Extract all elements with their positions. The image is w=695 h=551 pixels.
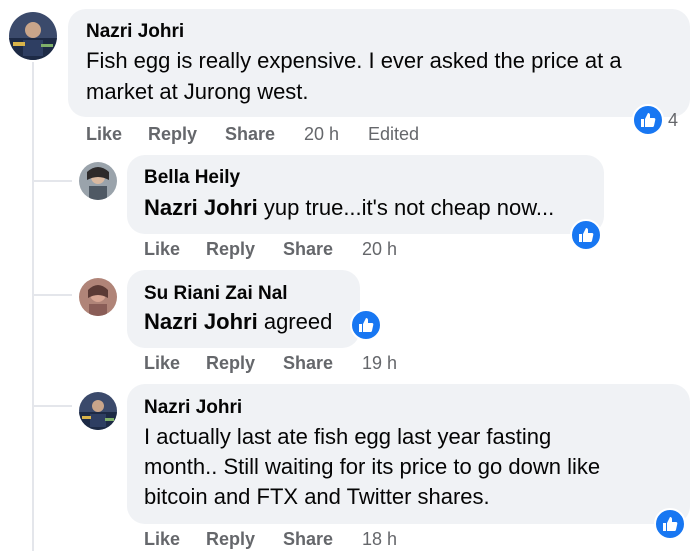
comment-author[interactable]: Bella Heily	[144, 167, 240, 189]
comment-author[interactable]: Su Riani Zai Nal	[144, 283, 288, 305]
comment-body: yup true...it's not cheap now...	[263, 195, 555, 220]
timestamp[interactable]: 19 h	[362, 353, 397, 374]
comment-text: Nazri Johri yup true...it's not cheap no…	[144, 192, 554, 223]
avatar[interactable]	[79, 392, 117, 430]
like-button[interactable]: Like	[86, 124, 122, 145]
comment-body: agreed	[263, 309, 333, 334]
reply-button[interactable]: Reply	[148, 124, 197, 145]
comment-text-line: Fish egg is really expensive. I ever ask…	[86, 48, 622, 73]
avatar[interactable]	[79, 162, 117, 200]
comment-text: Nazri Johri agreed	[144, 306, 332, 337]
like-button[interactable]: Like	[144, 239, 180, 260]
comment-actions: Like Reply Share 20 h Edited	[86, 124, 486, 146]
reaction-summary[interactable]	[654, 508, 686, 540]
like-reaction-icon	[350, 309, 382, 341]
avatar[interactable]	[9, 12, 57, 60]
comment-author[interactable]: Nazri Johri	[86, 21, 184, 43]
share-button[interactable]: Share	[283, 353, 333, 374]
comment-text-line: month.. Still waiting for its price to g…	[144, 454, 601, 479]
thread-line-branch	[32, 405, 72, 407]
comment-actions: Like Reply Share 20 h	[144, 239, 444, 261]
thread-line-vertical	[32, 62, 34, 551]
avatar[interactable]	[79, 278, 117, 316]
comment-text-line: I actually last ate fish egg last year f…	[144, 424, 552, 449]
reaction-count: 4	[668, 109, 679, 130]
reply-button[interactable]: Reply	[206, 353, 255, 374]
edited-label[interactable]: Edited	[368, 124, 419, 145]
like-reaction-icon	[570, 219, 602, 251]
timestamp[interactable]: 20 h	[304, 124, 339, 145]
share-button[interactable]: Share	[283, 529, 333, 550]
comment-actions: Like Reply Share 18 h	[144, 529, 444, 551]
share-button[interactable]: Share	[283, 239, 333, 260]
share-button[interactable]: Share	[225, 124, 275, 145]
like-reaction-icon	[632, 104, 664, 136]
like-reaction-icon	[654, 508, 686, 540]
mention-link[interactable]: Nazri Johri	[144, 195, 258, 220]
comment-actions: Like Reply Share 19 h	[144, 353, 444, 375]
timestamp[interactable]: 20 h	[362, 239, 397, 260]
reaction-summary[interactable]	[570, 219, 602, 251]
reply-button[interactable]: Reply	[206, 239, 255, 260]
mention-link[interactable]: Nazri Johri	[144, 309, 258, 334]
like-button[interactable]: Like	[144, 529, 180, 550]
like-button[interactable]: Like	[144, 353, 180, 374]
comment-text-line: market at Jurong west.	[86, 79, 309, 104]
thread-line-branch	[32, 180, 72, 182]
comment-author[interactable]: Nazri Johri	[144, 397, 242, 419]
timestamp[interactable]: 18 h	[362, 529, 397, 550]
reaction-summary[interactable]: 4	[632, 104, 679, 136]
reaction-summary[interactable]	[350, 309, 382, 341]
comment-text-line: bitcoin and FTX and Twitter shares.	[144, 484, 490, 509]
reply-button[interactable]: Reply	[206, 529, 255, 550]
thread-line-branch	[32, 294, 72, 296]
